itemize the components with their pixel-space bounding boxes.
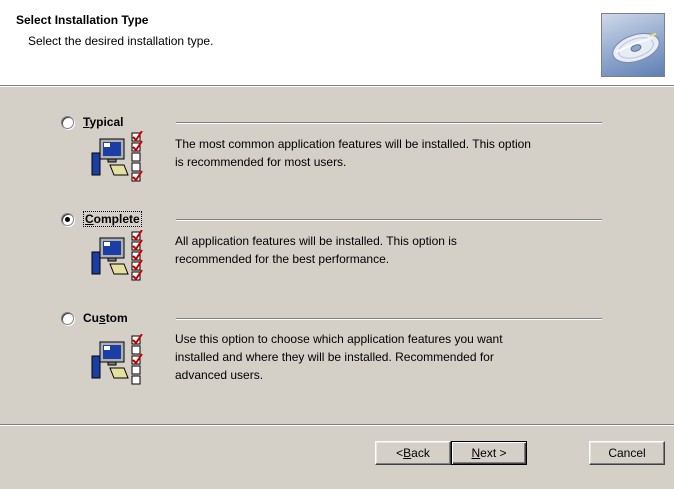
complete-radio-option[interactable]: Complete [61, 210, 171, 228]
divider-line [176, 318, 602, 320]
complete-feature-icon [90, 229, 152, 282]
description-line: Use this option to choose which applicat… [175, 332, 503, 346]
description-line: All application features will be install… [175, 234, 457, 248]
typical-radio[interactable] [61, 115, 74, 129]
custom-description: Use this option to choose which applicat… [175, 330, 615, 384]
install-type-options: Typical The most common application feat… [0, 88, 674, 420]
typical-feature-icon [90, 130, 152, 183]
cd-disc-icon [601, 13, 665, 77]
complete-label[interactable]: Complete [83, 211, 142, 227]
cancel-button[interactable]: Cancel [589, 441, 665, 465]
page-title: Select Installation Type [16, 13, 149, 27]
page-subtitle: Select the desired installation type. [28, 34, 214, 48]
divider-line [176, 122, 602, 124]
description-line: is recommended for most users. [175, 155, 347, 169]
complete-description: All application features will be install… [175, 232, 615, 268]
custom-radio[interactable] [61, 311, 74, 325]
description-line: recommended for the best performance. [175, 252, 390, 266]
custom-radio-option[interactable]: Custom [61, 309, 171, 327]
custom-label[interactable]: Custom [83, 311, 128, 325]
typical-label[interactable]: Typical [83, 115, 123, 129]
custom-feature-icon [90, 333, 152, 386]
wizard-header: Select Installation Type Select the desi… [0, 0, 674, 87]
description-line: installed and where they will be install… [175, 350, 494, 364]
typical-description: The most common application features wil… [175, 135, 615, 171]
typical-radio-option[interactable]: Typical [61, 113, 171, 131]
description-line: advanced users. [175, 368, 264, 382]
description-line: The most common application features wil… [175, 137, 531, 151]
back-button[interactable]: < Back [375, 441, 451, 465]
next-button[interactable]: Next > [451, 441, 527, 465]
footer-divider [0, 424, 674, 426]
divider-line [176, 219, 602, 221]
complete-radio[interactable] [61, 212, 74, 226]
